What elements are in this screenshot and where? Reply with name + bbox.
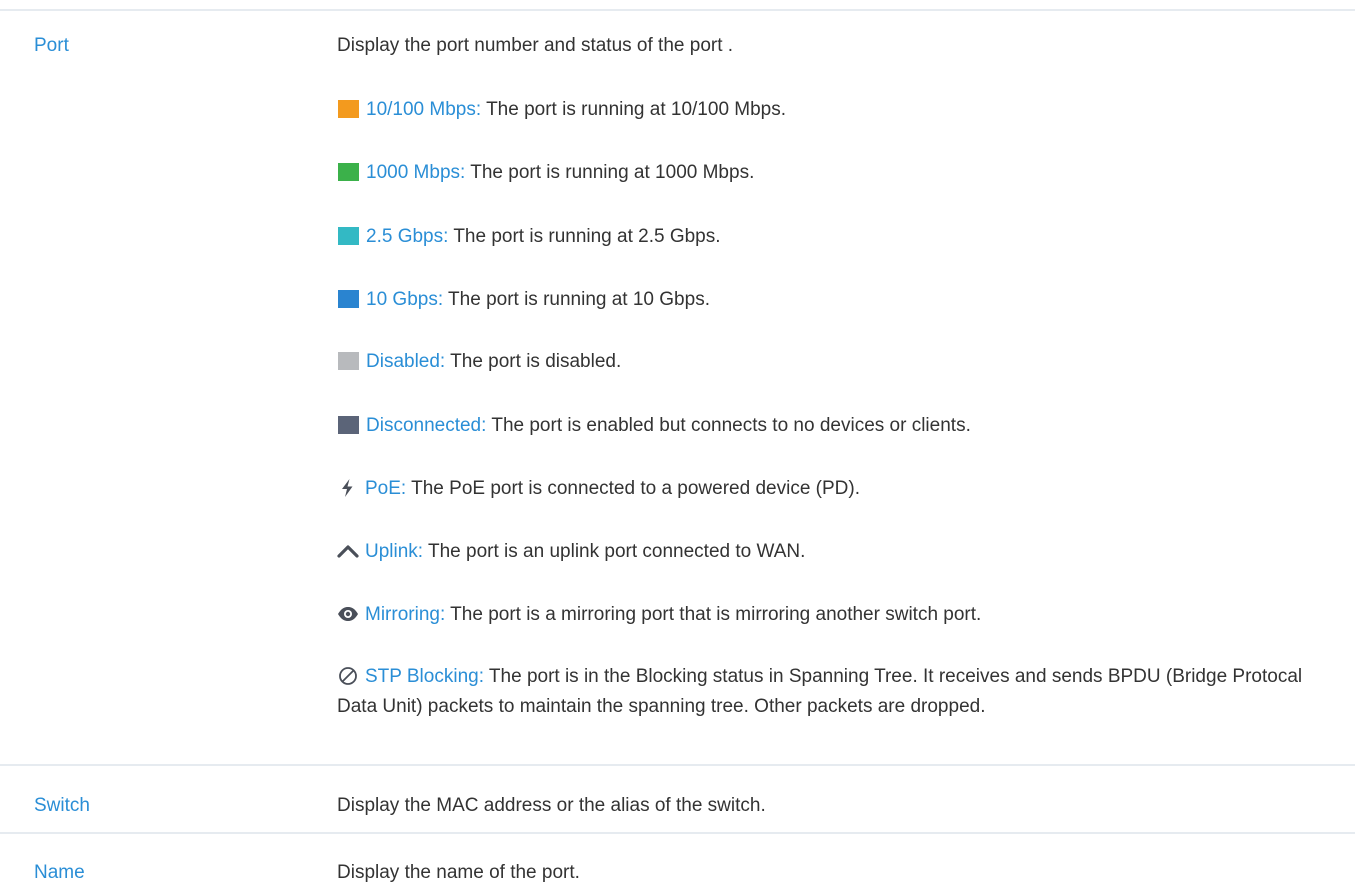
gray-swatch-icon: [338, 352, 359, 370]
legend-item-mirroring: Mirroring: The port is a mirroring port …: [337, 603, 1337, 627]
eye-icon: [337, 604, 359, 624]
legend-label: Disabled:: [366, 351, 446, 372]
description-switch: Display the MAC address or the alias of …: [337, 795, 766, 816]
legend-label: Disconnected:: [366, 415, 487, 436]
description-name: Display the name of the port.: [337, 862, 580, 883]
legend-item-10-100-mbps: 10/100 Mbps: The port is running at 10/1…: [337, 98, 1337, 122]
legend-label: 10/100 Mbps:: [366, 99, 482, 120]
orange-swatch-icon: [338, 100, 359, 118]
term-switch: Switch: [34, 795, 90, 816]
legend-label: STP Blocking:: [365, 666, 484, 687]
legend-item-2-5-gbps: 2.5 Gbps: The port is running at 2.5 Gbp…: [337, 225, 1337, 249]
legend-label: Uplink:: [365, 541, 424, 562]
legend-item-disabled: Disabled: The port is disabled.: [337, 350, 1337, 374]
row-divider: [0, 764, 1355, 766]
legend-text: The PoE port is connected to a powered d…: [406, 478, 860, 499]
legend-label: PoE:: [365, 478, 407, 499]
table-top-rule: [0, 9, 1355, 11]
legend-label: 1000 Mbps:: [366, 162, 466, 183]
row-divider: [0, 832, 1355, 834]
description-port: Display the port number and status of th…: [337, 35, 734, 56]
legend-text: The port is running at 10 Gbps.: [443, 289, 710, 310]
legend-text: The port is disabled.: [445, 351, 622, 372]
slate-swatch-icon: [338, 416, 359, 434]
legend-text: The port is a mirroring port that is mir…: [445, 604, 982, 625]
legend-item-uplink: Uplink: The port is an uplink port conne…: [337, 540, 1337, 564]
blue-swatch-icon: [338, 290, 359, 308]
legend-text: The port is running at 2.5 Gbps.: [448, 226, 721, 247]
legend-item-poe: PoE: The PoE port is connected to a powe…: [337, 477, 1337, 501]
legend-text: The port is enabled but connects to no d…: [486, 415, 971, 436]
chevron-up-icon: [337, 541, 359, 561]
legend-item-stp-blocking: STP Blocking: The port is in the Blockin…: [337, 662, 1337, 722]
legend-text: The port is running at 10/100 Mbps.: [481, 99, 787, 120]
legend-text: The port is an uplink port connected to …: [423, 541, 806, 562]
term-name: Name: [34, 862, 85, 883]
legend-text: The port is running at 1000 Mbps.: [465, 162, 755, 183]
legend-item-10-gbps: 10 Gbps: The port is running at 10 Gbps.: [337, 288, 1337, 312]
green-swatch-icon: [338, 163, 359, 181]
legend-item-disconnected: Disconnected: The port is enabled but co…: [337, 414, 1337, 438]
blocked-icon: [337, 666, 359, 686]
legend-item-1000-mbps: 1000 Mbps: The port is running at 1000 M…: [337, 161, 1337, 185]
term-port: Port: [34, 35, 69, 56]
legend-label: 2.5 Gbps:: [366, 226, 449, 247]
legend-label: 10 Gbps:: [366, 289, 444, 310]
lightning-icon: [337, 478, 359, 498]
legend-label: Mirroring:: [365, 604, 446, 625]
teal-swatch-icon: [338, 227, 359, 245]
